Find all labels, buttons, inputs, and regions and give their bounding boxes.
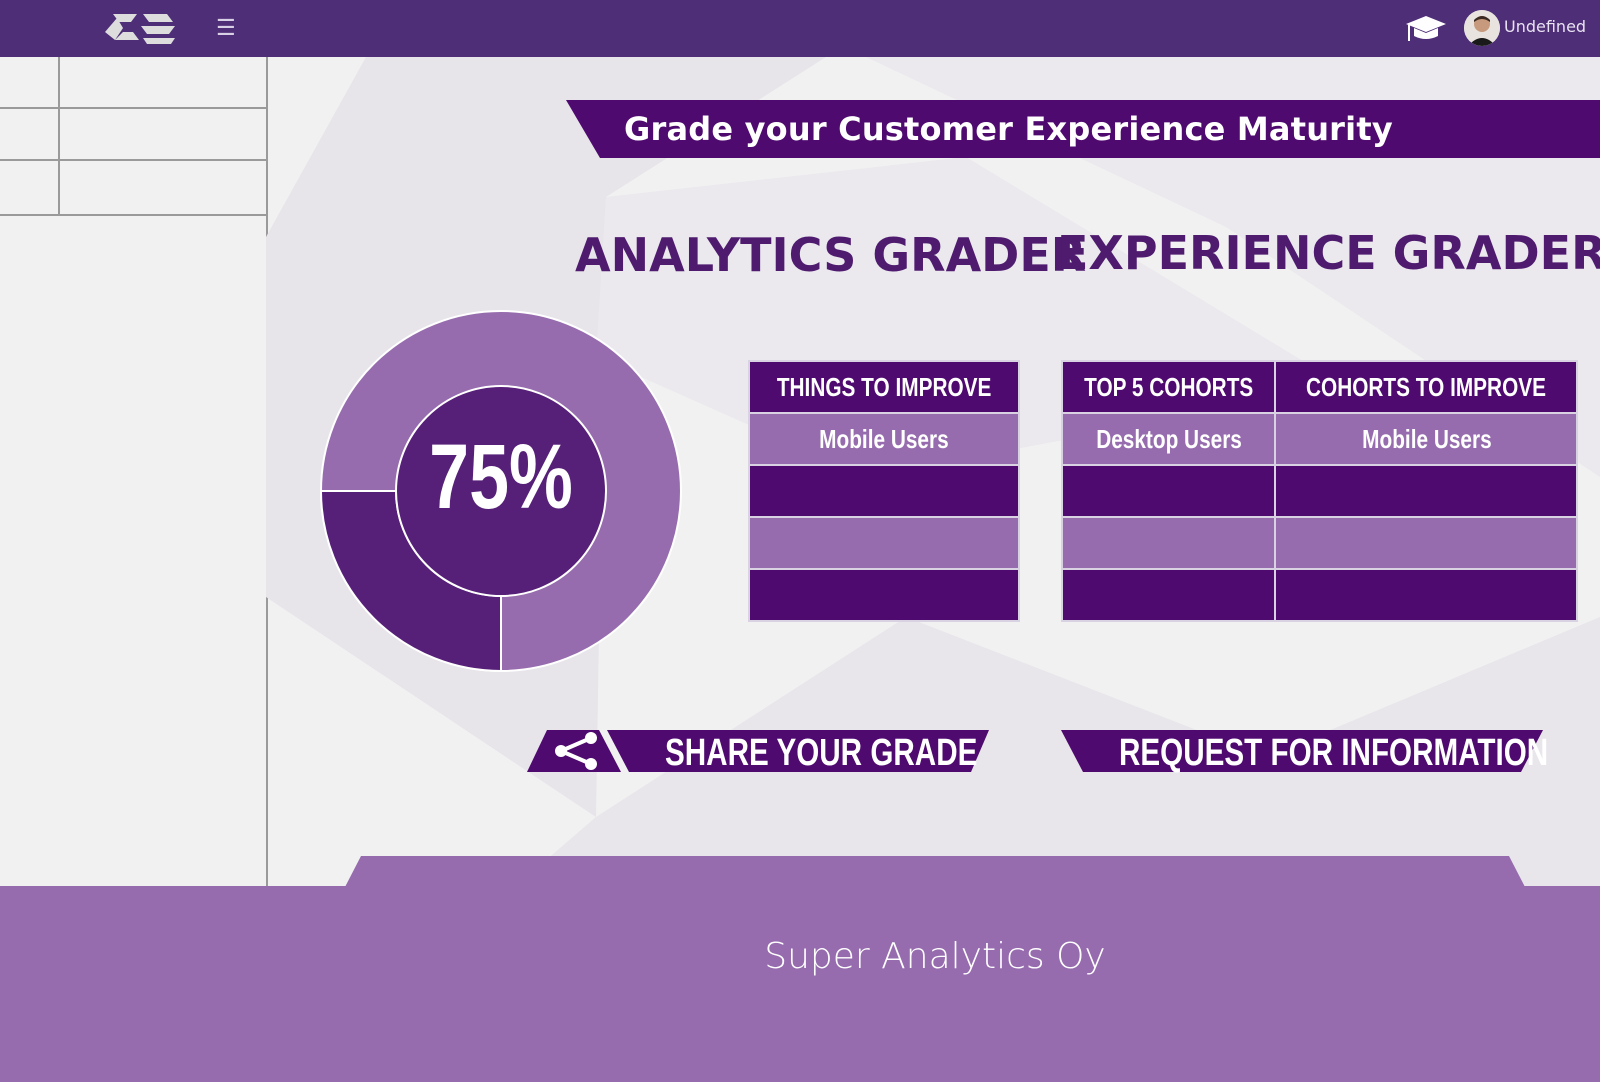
title-banner: Grade your Customer Experience Maturity: [566, 100, 1600, 158]
table-cell: [1060, 516, 1277, 570]
page-title: Grade your Customer Experience Maturity: [624, 110, 1393, 148]
share-grade-button[interactable]: SHARE YOUR GRADE: [527, 730, 989, 774]
cohorts-table: TOP 5 COHORTS COHORTS TO IMPROVE Desktop…: [1060, 360, 1579, 622]
table-cell: [1274, 568, 1579, 622]
table-cell: Mobile Users: [747, 412, 1021, 466]
things-to-improve-table: THINGS TO IMPROVE Mobile Users: [747, 360, 1021, 622]
table-cell: [747, 568, 1021, 622]
table-cell: [747, 464, 1021, 518]
sidebar-row[interactable]: [0, 57, 266, 109]
brand-logo-icon[interactable]: [103, 10, 177, 46]
footer-company-name: Super Analytics Oy: [764, 936, 1106, 977]
hamburger-menu-icon[interactable]: ☰: [216, 16, 236, 40]
graduation-cap-icon[interactable]: [1404, 14, 1448, 46]
sidebar-row[interactable]: [0, 109, 266, 161]
request-information-label: REQUEST FOR INFORMATION: [1119, 732, 1549, 774]
top-cohorts-header: TOP 5 COHORTS: [1060, 360, 1277, 414]
cohorts-to-improve-header: COHORTS TO IMPROVE: [1274, 360, 1579, 414]
table-row: [1060, 464, 1579, 518]
footer: [0, 886, 1600, 1082]
sidebar-row[interactable]: [0, 161, 266, 216]
table-cell: [1274, 464, 1579, 518]
sidebar: [0, 57, 268, 886]
footer-tab: [345, 856, 1525, 887]
share-grade-label: SHARE YOUR GRADE: [665, 732, 978, 774]
table-cell: [747, 516, 1021, 570]
table-cell: [1274, 516, 1579, 570]
analytics-grader-heading: ANALYTICS GRADER: [575, 228, 1087, 282]
experience-grader-heading: EXPERIENCE GRADER: [1057, 226, 1600, 280]
request-information-button[interactable]: REQUEST FOR INFORMATION: [1061, 730, 1548, 774]
top-bar: ☰ Undefined: [0, 0, 1600, 57]
table-row: Desktop Users Mobile Users: [1060, 412, 1579, 466]
grade-score-label: 75%: [429, 426, 573, 528]
avatar[interactable]: [1464, 10, 1500, 46]
table-cell: Mobile Users: [1274, 412, 1579, 466]
user-name[interactable]: Undefined: [1504, 17, 1586, 36]
table-cell: Desktop Users: [1060, 412, 1277, 466]
things-to-improve-header: THINGS TO IMPROVE: [747, 360, 1021, 414]
table-row: [1060, 568, 1579, 622]
table-cell: [1060, 568, 1277, 622]
table-row: [1060, 516, 1579, 570]
table-cell: [1060, 464, 1277, 518]
